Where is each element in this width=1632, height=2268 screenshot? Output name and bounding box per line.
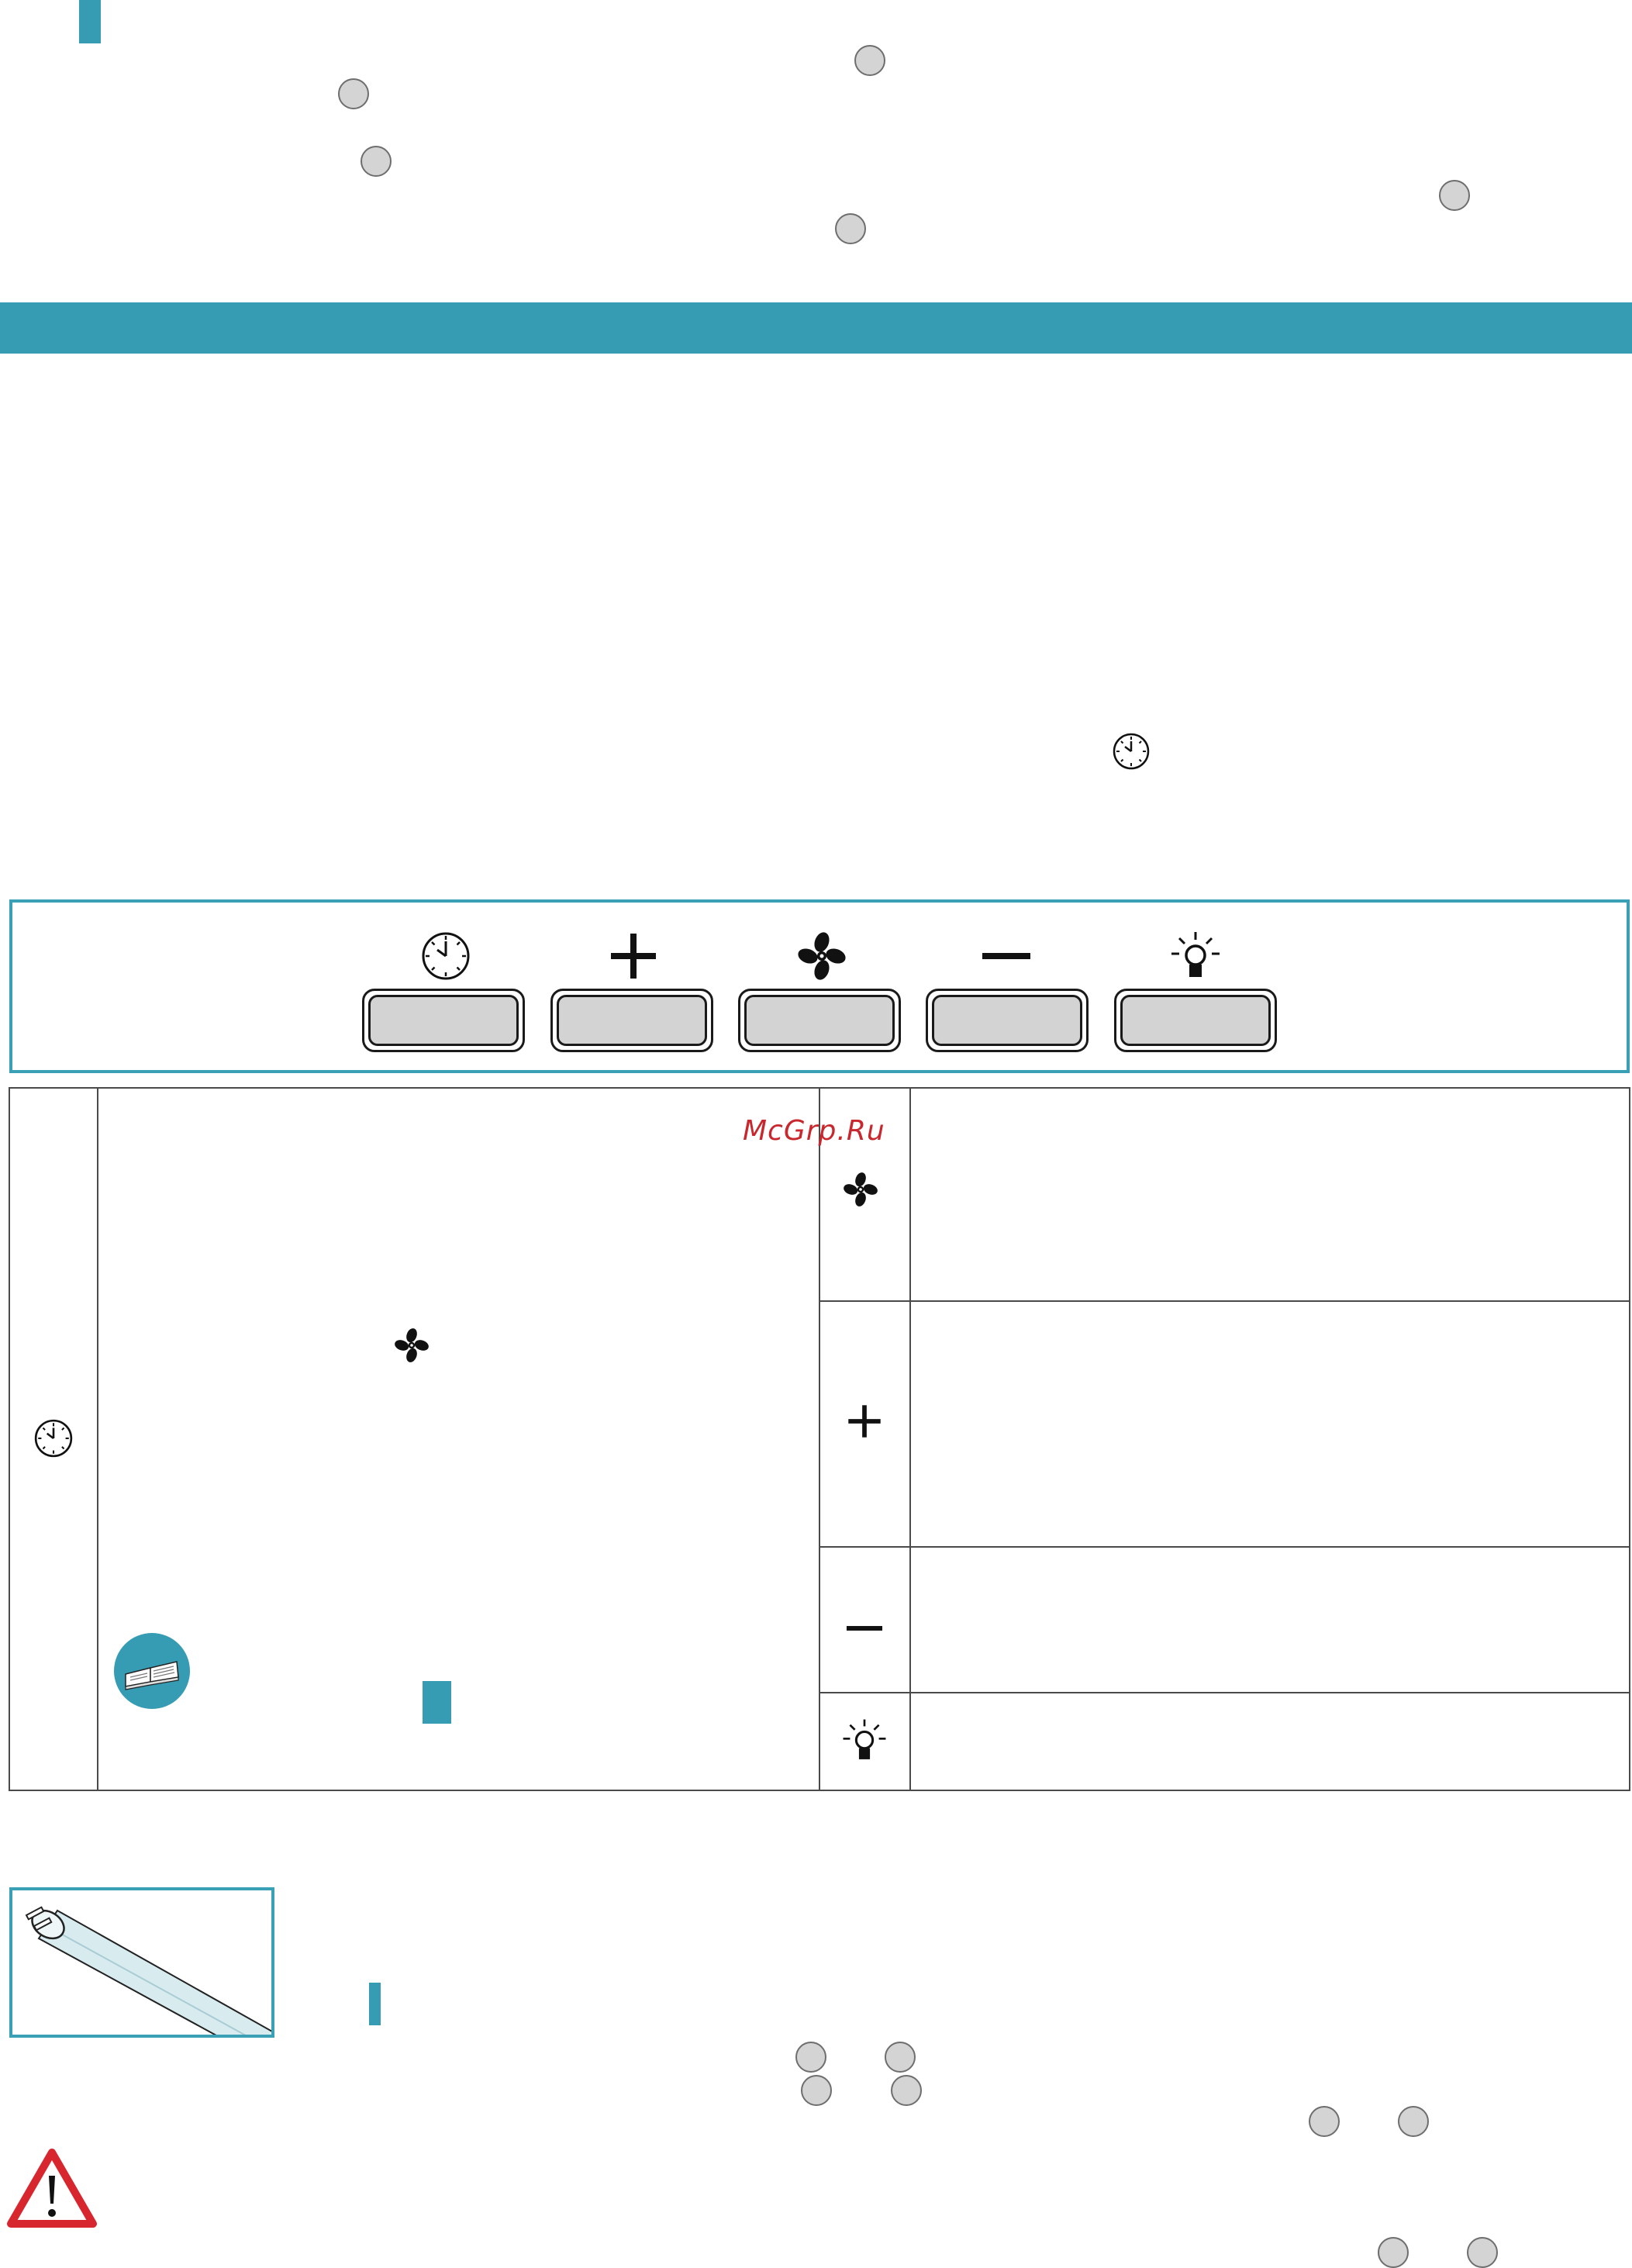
fan-icon (798, 932, 846, 980)
fan-icon (395, 1328, 429, 1362)
callout-marker (854, 45, 885, 76)
fluorescent-tube-icon (25, 1906, 271, 2035)
plus-button[interactable] (550, 989, 713, 1052)
open-book-icon (114, 1633, 190, 1709)
callout-marker (801, 2075, 832, 2106)
fan-icon (844, 1172, 878, 1206)
clock-icon (422, 932, 470, 980)
minus-icon (846, 1626, 883, 1631)
callout-marker (1378, 2237, 1409, 2268)
timer-button[interactable] (362, 989, 525, 1052)
section-marker (369, 1983, 381, 2025)
callout-marker (795, 2042, 826, 2073)
plus-icon (848, 1405, 881, 1438)
header-marker (79, 0, 101, 43)
lamp-illustration-frame (9, 1887, 274, 2038)
callout-marker (1398, 2106, 1429, 2137)
watermark: McGrp.Ru (743, 1115, 885, 1147)
light-button[interactable] (1114, 989, 1277, 1052)
fan-button[interactable] (738, 989, 901, 1052)
callout-marker (885, 2042, 916, 2073)
clock-icon (34, 1419, 73, 1458)
plus-icon (611, 934, 656, 979)
callout-marker (338, 78, 369, 109)
light-bulb-icon (1171, 932, 1220, 977)
callout-marker (361, 146, 392, 177)
callout-marker (1467, 2237, 1498, 2268)
callout-marker (835, 213, 866, 244)
note-marker (423, 1681, 451, 1724)
callout-marker (1439, 180, 1470, 211)
minus-icon (982, 953, 1030, 959)
callout-marker (1309, 2106, 1340, 2137)
callout-marker (891, 2075, 922, 2106)
warning-triangle-icon (7, 2149, 97, 2228)
minus-button[interactable] (926, 989, 1089, 1052)
light-bulb-icon (843, 1719, 886, 1759)
clock-icon (1113, 733, 1150, 770)
section-header-bar (0, 302, 1632, 354)
